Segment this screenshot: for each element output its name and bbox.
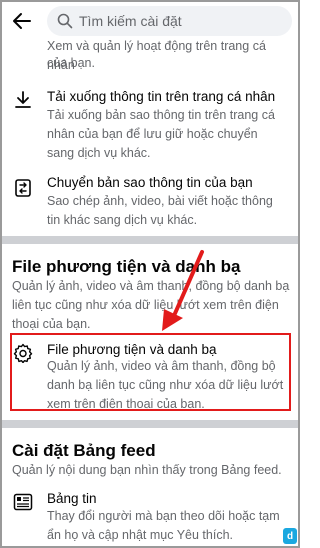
section-divider bbox=[0, 236, 300, 244]
download-info-title: Tải xuống thông tin trên trang cá nhân bbox=[47, 89, 276, 104]
transfer-info-desc: Sao chép ảnh, video, bài viết hoặc thông… bbox=[47, 194, 273, 227]
download-info-desc: Tải xuống bản sao thông tin trên trang c… bbox=[47, 108, 275, 160]
back-arrow-icon bbox=[13, 13, 31, 29]
search-placeholder: Tìm kiếm cài đặt bbox=[79, 13, 182, 29]
media-section-desc: Quản lý ảnh, video và âm thanh, đồng bộ … bbox=[12, 279, 290, 331]
feed-section-desc: Quản lý nội dung bạn nhìn thấy trong Bản… bbox=[12, 463, 282, 477]
search-input[interactable]: Tìm kiếm cài đặt bbox=[47, 6, 292, 36]
search-icon bbox=[57, 13, 73, 29]
partial-item-desc-line2: của bạn. bbox=[47, 56, 95, 70]
news-feed-desc: Thay đổi người mà bạn theo dõi hoặc tạm … bbox=[47, 509, 280, 542]
back-button[interactable] bbox=[10, 9, 34, 33]
highlight-box bbox=[10, 333, 291, 411]
transfer-copy-icon bbox=[12, 177, 34, 199]
media-section-title: File phương tiện và danh bạ bbox=[12, 257, 241, 276]
news-feed-title: Bảng tin bbox=[47, 491, 97, 506]
section-divider bbox=[0, 420, 300, 428]
download-info-item[interactable]: Tải xuống thông tin trên trang cá nhân T… bbox=[0, 85, 300, 160]
news-feed-icon bbox=[12, 491, 34, 513]
transfer-info-title: Chuyển bản sao thông tin của bạn bbox=[47, 175, 253, 190]
transfer-info-item[interactable]: Chuyển bản sao thông tin của bạn Sao ché… bbox=[0, 173, 300, 227]
feed-section-title: Cài đặt Bảng feed bbox=[12, 441, 156, 460]
top-bar: Tìm kiếm cài đặt bbox=[0, 0, 300, 40]
watermark-logo: d bbox=[283, 528, 297, 544]
download-icon bbox=[12, 89, 34, 111]
news-feed-item[interactable]: Bảng tin Thay đổi người mà bạn theo dõi … bbox=[0, 487, 300, 547]
